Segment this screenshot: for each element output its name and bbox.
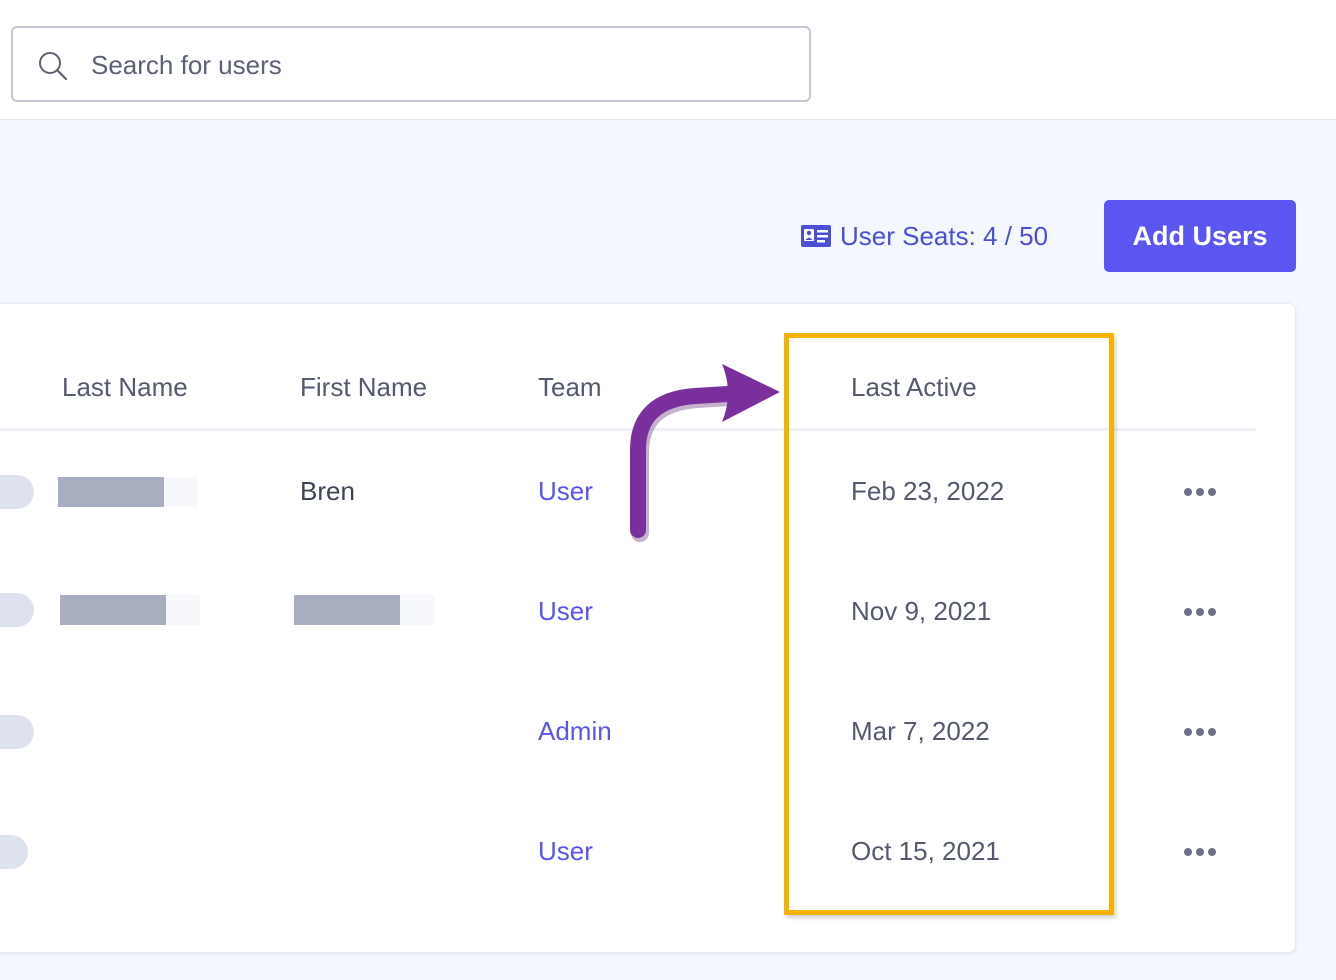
search-input[interactable] (89, 40, 793, 90)
team-link[interactable]: User (538, 596, 593, 627)
users-table-card (0, 303, 1296, 953)
last-active-cell: Mar 7, 2022 (851, 716, 990, 746)
column-header-first-name[interactable]: First Name (300, 372, 427, 403)
column-header-team[interactable]: Team (538, 372, 602, 403)
id-card-icon (801, 225, 831, 247)
search-box[interactable] (11, 26, 811, 102)
more-dots-icon[interactable] (1180, 482, 1220, 502)
more-dots-icon[interactable] (1180, 602, 1220, 622)
column-header-last-active[interactable]: Last Active (851, 372, 977, 403)
last-active-cell: Nov 9, 2021 (851, 596, 992, 626)
user-seats-label: User Seats: 4 / 50 (840, 220, 1049, 251)
row-checkbox[interactable] (0, 475, 34, 509)
team-link[interactable]: User (538, 836, 593, 867)
team-link[interactable]: Admin (538, 716, 612, 747)
more-dots-icon[interactable] (1180, 722, 1220, 742)
column-header-last-name[interactable]: Last Name (62, 372, 188, 403)
last-active-cell: Oct 15, 2021 (851, 836, 1000, 866)
search-icon (39, 52, 68, 81)
user-seats-indicator: User Seats: 4 / 50 (800, 218, 1048, 254)
add-users-button[interactable]: Add Users (1104, 200, 1296, 272)
team-link[interactable]: User (538, 476, 593, 507)
first-name-cell: Bren (300, 476, 355, 506)
header-divider (0, 428, 1256, 431)
last-active-cell: Feb 23, 2022 (851, 476, 1005, 506)
more-dots-icon[interactable] (1180, 842, 1220, 862)
row-checkbox[interactable] (0, 593, 34, 627)
row-checkbox[interactable] (0, 715, 34, 749)
top-bar (0, 0, 1336, 120)
